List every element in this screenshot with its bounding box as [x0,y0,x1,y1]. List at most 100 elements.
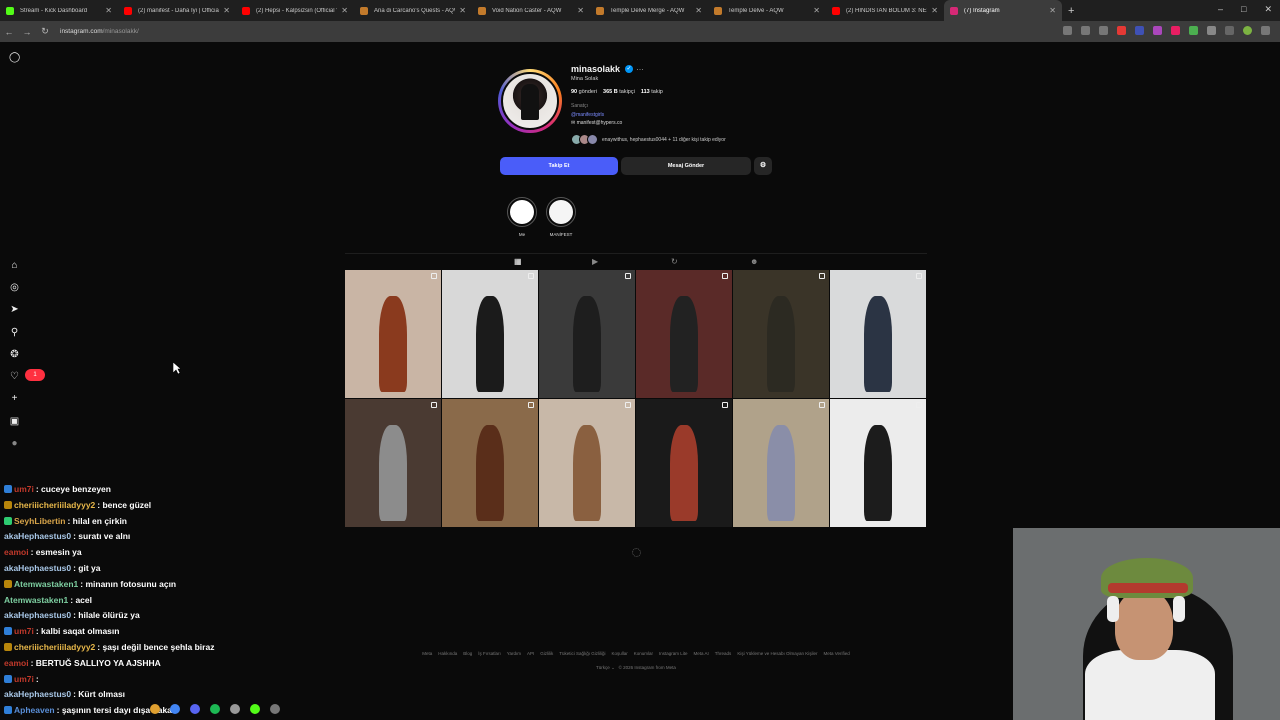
post-thumbnail[interactable] [345,399,442,528]
spotify-icon[interactable] [210,704,220,714]
footer-link[interactable]: İş Fırsatları [478,651,501,656]
close-tab-icon[interactable]: ✕ [695,6,702,15]
download-icon[interactable] [1225,26,1234,35]
chat-username[interactable]: um7i [14,626,34,636]
zoom-icon[interactable] [1081,26,1090,35]
close-tab-icon[interactable]: ✕ [105,6,112,15]
chat-username[interactable]: SeyhLibertin [14,516,65,526]
reels-tab-icon[interactable]: ▶ [592,257,598,266]
post-thumbnail[interactable] [636,399,733,528]
browser-tab[interactable]: (2) Hepsi - Kalpsizsin (Official V ✕ [236,0,354,21]
message-button[interactable]: Mesaj Gönder [621,157,751,175]
footer-link[interactable]: Gizlilik [540,651,553,656]
highlight-me[interactable] [507,197,537,227]
post-thumbnail[interactable] [442,270,539,399]
browser-tab[interactable]: Ana di Carcano's Quests - AQW ✕ [354,0,472,21]
close-window-icon[interactable]: ✕ [1264,4,1272,15]
browser-tab[interactable]: Temple Delve - AQW ✕ [708,0,826,21]
footer-link[interactable]: Blog [463,651,472,656]
following-stat[interactable]: 113 takip [641,89,663,95]
chat-username[interactable]: cheriiicheriiiladyyy2 [14,500,95,510]
app-icon[interactable] [270,704,280,714]
chat-username[interactable]: eamoi [4,658,29,668]
folder-icon[interactable] [150,704,160,714]
chat-username[interactable]: cheriiicheriiiladyyy2 [14,642,95,652]
chat-username[interactable]: akaHephaestus0 [4,563,71,573]
posts-stat[interactable]: 90 gönderi [571,89,597,95]
footer-link[interactable]: Kişi Yükleme ve Hesabı Olmayan Kişiler [737,651,817,656]
footer-link[interactable]: Threads [715,651,732,656]
url-field[interactable]: instagram.com/minasolakk/ [60,28,139,35]
new-tab-icon[interactable]: + [1068,5,1074,17]
browser-tab[interactable]: Stream - Kick Dashboard ✕ [0,0,118,21]
followed-by[interactable]: enaywithus, hephaestus0044 + 11 diğer ki… [571,134,726,145]
browser-tab[interactable]: Temple Delve Merge - AQW ✕ [590,0,708,21]
bio-link[interactable]: @manifestgirls [571,112,604,118]
explore-icon[interactable]: ❂ [9,349,20,360]
messages-icon[interactable]: ➤ [9,304,20,315]
post-thumbnail[interactable] [636,270,733,399]
puzzle-icon[interactable] [1207,26,1216,35]
chat-username[interactable]: Atemwastaken1 [14,579,78,589]
close-tab-icon[interactable]: ✕ [931,6,938,15]
language-selector[interactable]: Türkçe [596,665,610,670]
profile-avatar[interactable] [498,69,562,133]
close-tab-icon[interactable]: ✕ [813,6,820,15]
heart-icon[interactable]: ♡ [9,371,20,382]
browser-tab[interactable]: (7) Instagram ✕ [944,0,1062,21]
profile-email[interactable]: ✉ manifest@hypers.co [571,120,622,126]
reels-icon[interactable]: ◎ [9,282,20,293]
maximize-icon[interactable]: □ [1241,4,1246,15]
close-tab-icon[interactable]: ✕ [341,6,348,15]
footer-link[interactable]: Koşullar [611,651,627,656]
footer-link[interactable]: Yardım [507,651,521,656]
posts-grid-tab-icon[interactable]: ▦ [514,257,522,266]
reload-icon[interactable]: ↻ [36,26,54,37]
star-icon[interactable] [1099,26,1108,35]
tagged-tab-icon[interactable]: ☻ [750,257,758,266]
chrome-icon[interactable] [170,704,180,714]
kick-icon[interactable] [250,704,260,714]
dashboard-icon[interactable]: ▣ [9,416,20,427]
close-tab-icon[interactable]: ✕ [223,6,230,15]
footer-link[interactable]: API [527,651,534,656]
options-icon[interactable]: … [636,63,644,72]
footer-link[interactable]: Instagram Lite [659,651,688,656]
footer-link[interactable]: Konumlar [634,651,653,656]
back-icon[interactable]: ← [0,27,18,37]
home-icon[interactable]: ⌂ [9,260,20,271]
create-icon[interactable]: + [9,393,20,404]
post-thumbnail[interactable] [733,399,830,528]
browser-tab[interactable]: (2) HİNDİSTAN BÖLÜM 3: NEW ✕ [826,0,944,21]
search-icon[interactable]: ⚲ [9,327,20,338]
extension-icon[interactable] [1117,26,1126,35]
browser-tab[interactable]: Void Nation Caster - AQW ✕ [472,0,590,21]
close-tab-icon[interactable]: ✕ [1049,6,1056,15]
minimize-icon[interactable]: – [1218,4,1223,15]
reposts-tab-icon[interactable]: ↻ [671,257,678,266]
instagram-logo-icon[interactable]: ◯ [9,52,20,63]
app-icon[interactable] [230,704,240,714]
chat-username[interactable]: um7i [14,674,34,684]
post-thumbnail[interactable] [733,270,830,399]
footer-link[interactable]: Meta Verified [824,651,850,656]
chat-username[interactable]: akaHephaestus0 [4,610,71,620]
discord-icon[interactable] [190,704,200,714]
browser-tab[interactable]: (2) manifest - Daha İyi | Official ✕ [118,0,236,21]
close-tab-icon[interactable]: ✕ [577,6,584,15]
footer-link[interactable]: Meta AI [694,651,709,656]
followers-stat[interactable]: 365 B takipçi [603,89,635,95]
suggested-users-button[interactable]: ⚙ [754,157,772,175]
chat-username[interactable]: akaHephaestus0 [4,531,71,541]
footer-link[interactable]: Tüketici Sağlığı Gizliliği [559,651,605,656]
post-thumbnail[interactable] [539,270,636,399]
screen-icon[interactable] [1063,26,1072,35]
extension-icon[interactable] [1189,26,1198,35]
footer-link[interactable]: Hakkında [438,651,457,656]
post-thumbnail[interactable] [830,270,927,399]
footer-link[interactable]: Meta [422,651,432,656]
extension-icon[interactable] [1153,26,1162,35]
extension-icon[interactable] [1171,26,1180,35]
chat-username[interactable]: um7i [14,484,34,494]
extension-icon[interactable] [1135,26,1144,35]
